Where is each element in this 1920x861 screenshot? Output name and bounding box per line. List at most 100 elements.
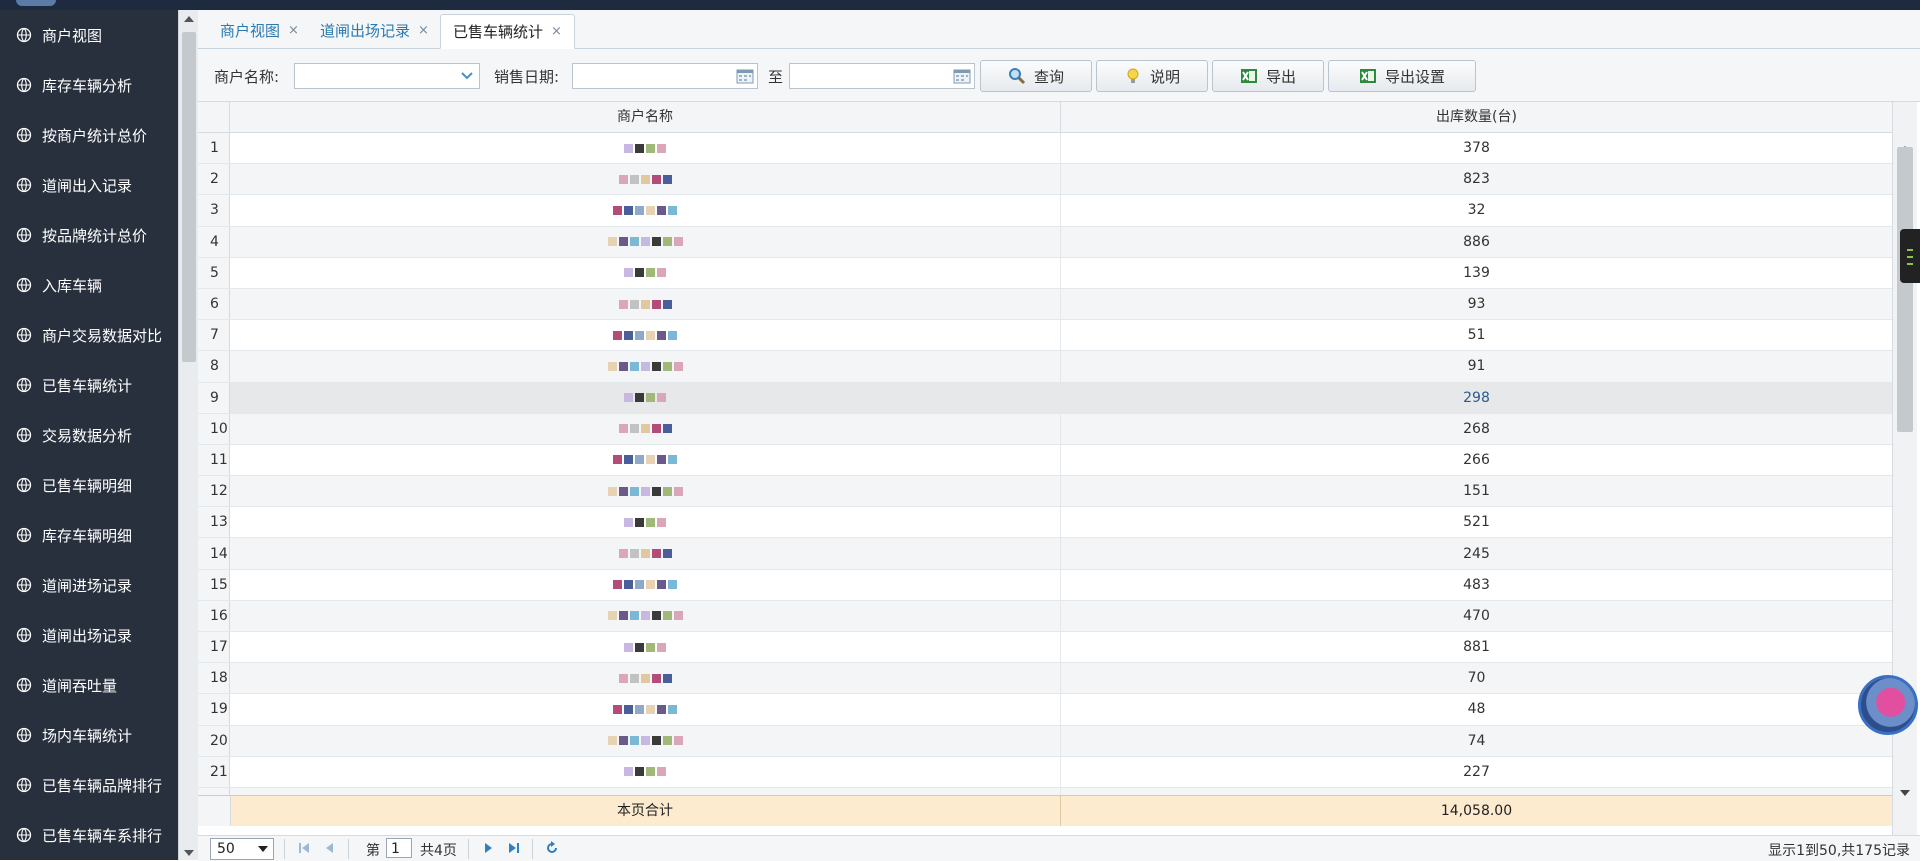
sidebar-item[interactable]: 库存车辆明细 — [0, 510, 178, 560]
scroll-down-arrow-icon[interactable] — [1900, 790, 1910, 796]
table-row[interactable]: 21 227 — [198, 756, 1892, 788]
table-row[interactable]: 10 268 — [198, 413, 1892, 445]
close-icon[interactable]: × — [551, 24, 562, 39]
table-row[interactable]: 11 266 — [198, 444, 1892, 477]
column-header-outbound-qty[interactable]: 出库数量(台) — [1061, 102, 1892, 132]
help-button[interactable]: 说明 — [1096, 60, 1208, 92]
merchant-name-cell[interactable] — [230, 226, 1061, 257]
export-button[interactable]: 导出 — [1212, 60, 1324, 92]
scroll-down-arrow-icon[interactable] — [184, 850, 194, 856]
calendar-icon[interactable] — [953, 68, 971, 84]
sidebar-item[interactable]: 道闸出场记录 — [0, 610, 178, 660]
sidebar-item[interactable]: 场内车辆统计 — [0, 710, 178, 760]
merchant-name-cell[interactable] — [230, 476, 1061, 507]
previous-page-icon[interactable] — [322, 840, 338, 856]
outbound-qty-cell[interactable]: 45 — [1061, 788, 1892, 795]
sidebar-scrollbar[interactable] — [178, 10, 199, 860]
merchant-name-cell[interactable] — [230, 320, 1061, 351]
sidebar-item[interactable]: 按品牌统计总价 — [0, 210, 178, 260]
table-row[interactable]: 14 245 — [198, 538, 1892, 570]
sidebar-item[interactable]: 库存车辆分析 — [0, 60, 178, 110]
outbound-qty-cell[interactable]: 70 — [1061, 663, 1892, 693]
merchant-name-cell[interactable] — [230, 756, 1061, 787]
table-row[interactable]: 8 91 — [198, 351, 1892, 383]
first-page-icon[interactable] — [296, 840, 312, 856]
merchant-name-cell[interactable] — [230, 632, 1061, 663]
current-page-input[interactable]: 1 — [386, 838, 412, 858]
sidebar-item[interactable]: 道闸出入记录 — [0, 160, 178, 210]
sidebar-item[interactable]: 已售车辆品牌排行 — [0, 760, 178, 810]
sidebar-item[interactable]: 商户视图 — [0, 10, 178, 60]
tab-merchant-view[interactable]: 商户视图 × — [208, 14, 311, 47]
outbound-qty-cell[interactable]: 881 — [1061, 632, 1892, 662]
outbound-qty-cell[interactable]: 245 — [1061, 538, 1892, 568]
sidebar-item[interactable]: 道闸吞吐量 — [0, 660, 178, 710]
table-row[interactable]: 19 48 — [198, 694, 1892, 726]
merchant-name-cell[interactable] — [230, 351, 1061, 382]
outbound-qty-cell[interactable]: 268 — [1061, 414, 1892, 444]
table-row[interactable]: 6 93 — [198, 288, 1892, 321]
merchant-name-cell[interactable] — [230, 195, 1061, 226]
merchant-name-cell[interactable] — [230, 444, 1061, 476]
table-row[interactable]: 18 70 — [198, 663, 1892, 695]
outbound-qty-cell[interactable]: 74 — [1061, 726, 1892, 756]
date-from-input[interactable] — [572, 63, 758, 89]
scroll-up-arrow-icon[interactable] — [184, 16, 194, 22]
table-row[interactable]: 20 74 — [198, 725, 1892, 757]
table-row[interactable]: 22 45 — [198, 787, 1892, 795]
outbound-qty-cell[interactable]: 483 — [1061, 570, 1892, 600]
sidebar-item[interactable]: 道闸进场记录 — [0, 560, 178, 610]
merchant-name-cell[interactable] — [230, 133, 1061, 164]
merchant-name-cell[interactable] — [230, 413, 1061, 444]
table-row[interactable]: 5 139 — [198, 257, 1892, 289]
table-row[interactable]: 9 298 — [198, 382, 1892, 414]
outbound-qty-cell[interactable]: 48 — [1061, 694, 1892, 724]
table-row[interactable]: 2 823 — [198, 164, 1892, 196]
merchant-name-cell[interactable] — [230, 694, 1061, 725]
table-row[interactable]: 17 881 — [198, 632, 1892, 664]
table-row[interactable]: 4 886 — [198, 226, 1892, 258]
last-page-icon[interactable] — [506, 840, 522, 856]
outbound-qty-cell[interactable]: 823 — [1061, 164, 1892, 194]
merchant-name-cell[interactable] — [230, 507, 1061, 538]
floating-assistant-avatar[interactable] — [1858, 675, 1918, 735]
calendar-icon[interactable] — [736, 68, 754, 84]
outbound-qty-cell[interactable]: 32 — [1061, 195, 1892, 225]
sidebar-item[interactable]: 已售车辆统计 — [0, 360, 178, 410]
table-row[interactable]: 13 521 — [198, 507, 1892, 539]
merchant-name-cell[interactable] — [230, 257, 1061, 288]
outbound-qty-cell[interactable]: 139 — [1061, 258, 1892, 288]
outbound-qty-cell[interactable]: 521 — [1061, 507, 1892, 537]
table-row[interactable]: 1 378 — [198, 133, 1892, 165]
page-size-select[interactable]: 50 — [210, 838, 274, 860]
refresh-icon[interactable] — [544, 840, 560, 856]
sidebar-item[interactable]: 按商户统计总价 — [0, 110, 178, 160]
tab-gate-exit-records[interactable]: 道闸出场记录 × — [308, 14, 441, 47]
outbound-qty-cell[interactable]: 886 — [1061, 227, 1892, 257]
sidebar-item[interactable]: 已售车辆明细 — [0, 460, 178, 510]
close-icon[interactable]: × — [418, 23, 429, 38]
merchant-name-cell[interactable] — [230, 787, 1061, 795]
sidebar-item[interactable]: 商户交易数据对比 — [0, 310, 178, 360]
outbound-qty-cell[interactable]: 470 — [1061, 601, 1892, 631]
outbound-qty-cell[interactable]: 151 — [1061, 476, 1892, 506]
table-row[interactable]: 12 151 — [198, 476, 1892, 508]
sidebar-item[interactable]: 已售车辆车系排行 — [0, 810, 178, 860]
outbound-qty-cell[interactable]: 51 — [1061, 320, 1892, 350]
outbound-qty-cell[interactable]: 378 — [1061, 133, 1892, 163]
table-row[interactable]: 3 32 — [198, 195, 1892, 227]
outbound-qty-cell[interactable]: 266 — [1061, 445, 1892, 475]
merchant-name-cell[interactable] — [230, 288, 1061, 320]
close-icon[interactable]: × — [288, 23, 299, 38]
merchant-name-combobox[interactable] — [294, 63, 480, 89]
merchant-name-cell[interactable] — [230, 663, 1061, 694]
merchant-name-cell[interactable] — [230, 725, 1061, 756]
merchant-name-cell[interactable] — [230, 538, 1061, 569]
grid-scroll-thumb[interactable] — [1897, 147, 1913, 432]
date-to-input[interactable] — [789, 63, 975, 89]
table-row[interactable]: 7 51 — [198, 320, 1892, 352]
query-button[interactable]: 查询 — [980, 60, 1092, 92]
outbound-qty-cell[interactable]: 93 — [1061, 289, 1892, 319]
tab-sold-vehicle-stats[interactable]: 已售车辆统计 × — [440, 14, 575, 49]
side-panel-handle[interactable] — [1900, 229, 1920, 283]
